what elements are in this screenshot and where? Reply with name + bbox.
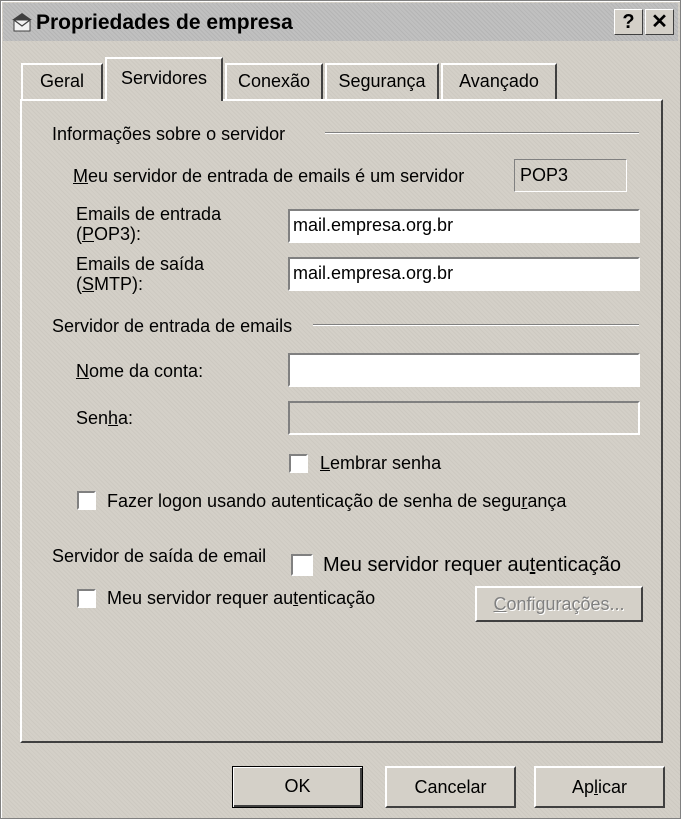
- properties-dialog: Propriedades de empresa ? ✕ Geral Servid…: [0, 0, 681, 819]
- incoming-server-group-label: Servidor de entrada de emails: [52, 316, 293, 336]
- group-divider: [313, 324, 639, 326]
- settings-button[interactable]: Configurações...: [475, 586, 643, 622]
- tab-avancado[interactable]: Avançado: [441, 63, 557, 99]
- tab-servidores[interactable]: Servidores: [105, 57, 223, 101]
- cancel-button[interactable]: Cancelar: [385, 766, 516, 808]
- server-info-group-label: Informações sobre o servidor: [52, 124, 286, 144]
- smtp-auth-label[interactable]: Meu servidor requer autenticação: [107, 588, 375, 608]
- tab-seguranca[interactable]: Segurança: [325, 63, 439, 99]
- outgoing-server-group-label: Servidor de saída de email: [52, 546, 267, 566]
- smtp-auth-checkbox[interactable]: [77, 589, 96, 608]
- outgoing-server-input[interactable]: mail.empresa.org.br: [288, 257, 640, 291]
- apply-button[interactable]: Aplicar: [534, 766, 665, 808]
- incoming-type-label: Meu servidor de entrada de emails é um s…: [73, 166, 465, 186]
- remember-password-label[interactable]: Lembrar senha: [320, 453, 441, 473]
- tab-geral[interactable]: Geral: [21, 63, 103, 99]
- remember-password-checkbox[interactable]: [289, 454, 308, 473]
- help-button[interactable]: ?: [614, 9, 643, 35]
- password-label: Senha:: [76, 408, 134, 428]
- close-button[interactable]: ✕: [645, 9, 674, 35]
- overlay-auth-label[interactable]: Meu servidor requer autenticação: [323, 555, 621, 575]
- mail-account-icon: [11, 12, 33, 32]
- incoming-server-input[interactable]: mail.empresa.org.br: [288, 209, 640, 243]
- outgoing-mail-label: Emails de saída (SMTP):: [76, 254, 205, 294]
- group-divider: [325, 132, 639, 134]
- overlay-auth-checkbox[interactable]: [291, 554, 313, 576]
- incoming-server-type-value: POP3: [514, 159, 627, 192]
- account-name-label: Nome da conta:: [76, 361, 204, 381]
- spa-logon-checkbox[interactable]: [77, 491, 96, 510]
- title-bar[interactable]: Propriedades de empresa ? ✕: [3, 3, 678, 41]
- close-icon: ✕: [651, 11, 668, 33]
- tab-conexao[interactable]: Conexão: [225, 63, 323, 99]
- ok-button[interactable]: OK: [232, 766, 363, 808]
- spa-logon-label[interactable]: Fazer logon usando autenticação de senha…: [107, 491, 566, 511]
- incoming-mail-label: Emails de entrada (POP3):: [76, 204, 222, 244]
- window-title: Propriedades de empresa: [36, 11, 293, 34]
- password-input[interactable]: [288, 401, 640, 435]
- account-name-input[interactable]: [288, 353, 640, 387]
